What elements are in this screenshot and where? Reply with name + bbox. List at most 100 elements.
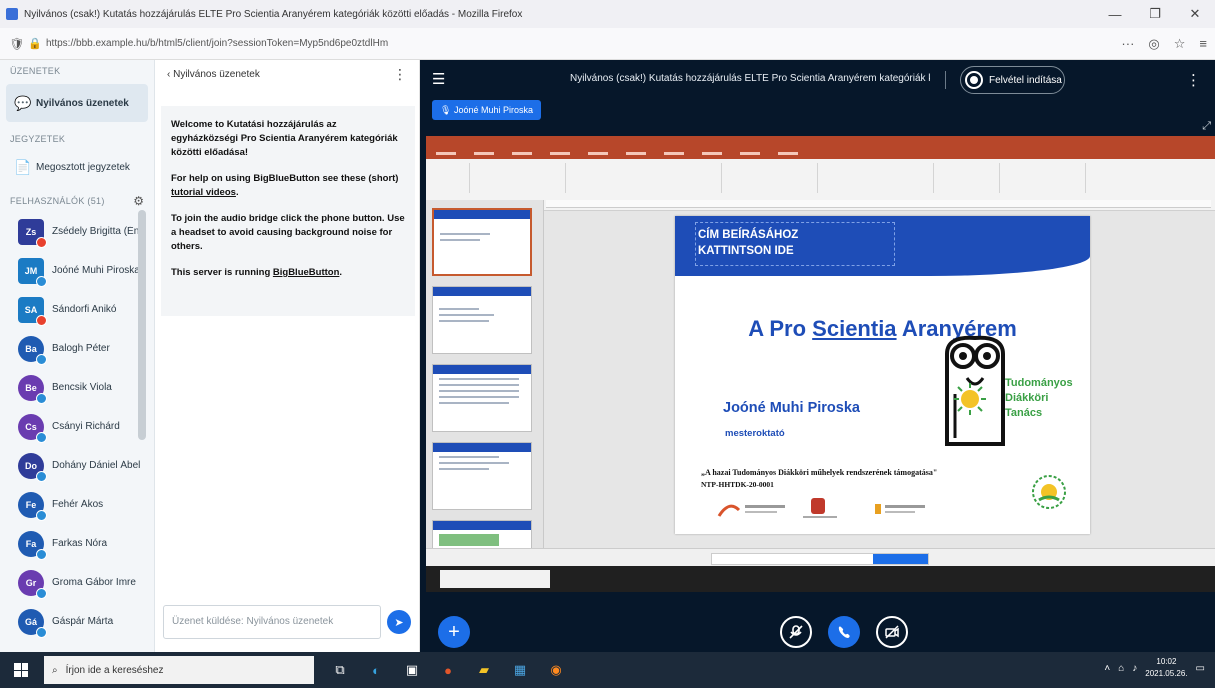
user-list-item[interactable]: Be Bencsik Viola: [0, 368, 154, 407]
powerpoint-title-bar: [426, 136, 1215, 148]
ruler: [546, 200, 1211, 208]
chat-options-icon[interactable]: ⋮: [393, 66, 407, 83]
tdk-sun-icon: [954, 383, 986, 415]
slide-quote: „A hazai Tudományos Diákköri műhelyek re…: [701, 468, 938, 477]
user-list-toggle-icon[interactable]: ☰: [432, 70, 445, 88]
fullscreen-icon[interactable]: ⤢: [1202, 120, 1211, 133]
share-notification: [711, 553, 929, 565]
tdk-seal-icon: [1032, 475, 1066, 509]
slide-title: A Pro Scientia Aranyérem: [748, 316, 1017, 341]
pocket-icon[interactable]: ◎: [1148, 36, 1159, 52]
chat-message-input[interactable]: Üzenet küldése: Nyilvános üzenetek: [163, 605, 381, 639]
slide-thumbnail[interactable]: [432, 208, 532, 276]
taskbar-search[interactable]: ⌕ Írjon ide a kereséshez: [44, 656, 314, 684]
share-webcam-button[interactable]: [876, 616, 908, 648]
tray-chevron-icon[interactable]: ˄: [1104, 663, 1110, 674]
user-list-panel: Üzenetek 💬 Nyilvános üzenetek Jegyzetek …: [0, 60, 155, 652]
options-menu-icon[interactable]: ⋮: [1186, 71, 1201, 89]
maximize-button[interactable]: ❐: [1135, 0, 1175, 28]
user-list-item[interactable]: Gá Gáspár Márta: [0, 602, 154, 641]
avatar: Gá: [18, 608, 47, 638]
actions-plus-button[interactable]: +: [438, 616, 470, 648]
clock-time: 10:02: [1156, 657, 1177, 666]
user-list-item[interactable]: SA Sándorfi Anikó: [0, 290, 154, 329]
photos-icon[interactable]: ▦: [510, 660, 530, 680]
user-list-scrollbar[interactable]: [138, 210, 146, 440]
avatar: Fe: [18, 491, 47, 521]
avatar: Fa: [18, 530, 47, 560]
user-list-item[interactable]: Ba Balogh Péter: [0, 329, 154, 368]
user-status-badge: [36, 626, 47, 638]
slide-thumbnail[interactable]: [432, 442, 532, 510]
user-status-badge: [36, 470, 47, 482]
browser-title-bar: Nyilvános (csak!) Kutatás hozzájárulás E…: [0, 0, 1215, 28]
chat-panel: ‹ Nyilvános üzenetek ⋮ Welcome to Kutatá…: [155, 60, 420, 652]
tutorial-link[interactable]: tutorial videos: [171, 187, 236, 198]
user-list-item[interactable]: Fe Fehér Ákos: [0, 485, 154, 524]
taskbar-search-placeholder: Írjon ide a kereséshez: [65, 664, 164, 676]
menu-icon[interactable]: ≡: [1199, 36, 1207, 52]
server-text: This server is running BigBlueButton.: [171, 267, 343, 278]
user-status-badge: [36, 236, 47, 248]
user-list-item[interactable]: Cs Csányi Richárd: [0, 407, 154, 446]
user-name: Balogh Péter: [52, 343, 110, 354]
edge-icon[interactable]: ◐: [366, 660, 386, 680]
user-list-item[interactable]: Gr Groma Gábor Imre: [0, 563, 154, 602]
user-name: Bencsik Viola: [52, 382, 112, 393]
leave-audio-button[interactable]: [828, 616, 860, 648]
mute-button[interactable]: [780, 616, 812, 648]
remote-taskbar: [426, 566, 1215, 592]
bigbluebutton-link[interactable]: BigBlueButton: [273, 267, 340, 278]
send-button[interactable]: ➤: [387, 610, 411, 634]
talking-mic-icon: 🎙: [440, 104, 454, 115]
minimize-button[interactable]: —: [1095, 0, 1135, 28]
url-input[interactable]: https://bbb.example.hu/b/html5/client/jo…: [46, 38, 966, 49]
stop-share-button[interactable]: [873, 554, 928, 564]
user-name: Csányi Richárd: [52, 421, 120, 432]
task-view-icon[interactable]: ⧉: [330, 660, 350, 680]
audio-help-text: To join the audio bridge click the phone…: [171, 213, 405, 252]
office-icon[interactable]: ●: [438, 660, 458, 680]
lock-icon[interactable]: 🔒: [28, 37, 42, 50]
bookmark-star-icon[interactable]: ☆: [1174, 36, 1186, 52]
welcome-text: Welcome to Kutatási hozzájárulás az egyh…: [171, 119, 398, 158]
user-status-badge: [36, 548, 47, 560]
chat-header[interactable]: ‹ Nyilvános üzenetek ⋮: [155, 60, 419, 88]
slide-role: mesteroktató: [725, 428, 785, 439]
user-list-item[interactable]: Fa Farkas Nóra: [0, 524, 154, 563]
notification-icon[interactable]: ▭: [1196, 663, 1205, 674]
user-status-badge: [36, 392, 47, 404]
store-icon[interactable]: ▣: [402, 660, 422, 680]
record-button[interactable]: Felvétel indítása: [960, 66, 1065, 94]
public-chat-item[interactable]: 💬 Nyilvános üzenetek: [6, 84, 148, 122]
record-icon: [965, 71, 983, 89]
clock[interactable]: 10:02 2021.05.26.: [1145, 656, 1187, 680]
shield-icon[interactable]: 🛡: [8, 37, 26, 51]
user-name: Groma Gábor Imre: [52, 577, 136, 588]
page-actions-icon[interactable]: ···: [1121, 36, 1134, 52]
chat-icon: 💬: [14, 94, 32, 111]
windows-start-icon[interactable]: [14, 663, 28, 677]
firefox-taskbar-icon[interactable]: ◉: [546, 660, 566, 680]
address-bar: 🛡 🔒 https://bbb.example.hu/b/html5/clien…: [0, 28, 1215, 60]
slide-thumbnail[interactable]: [432, 364, 532, 432]
chat-title: Nyilvános üzenetek: [173, 68, 260, 80]
firefox-icon: [6, 8, 18, 20]
user-name: Sándorfi Anikó: [52, 304, 117, 315]
user-status-badge: [36, 587, 47, 599]
shared-notes-item[interactable]: 📄 Megosztott jegyzetek: [6, 150, 148, 184]
users-section-label: Felhasználók (51): [10, 196, 105, 206]
user-list-item[interactable]: JM Joóné Muhi Piroska: [0, 251, 154, 290]
slide-thumbnail[interactable]: [432, 286, 532, 354]
record-label: Felvétel indítása: [989, 74, 1062, 86]
volume-icon[interactable]: ♪: [1132, 663, 1137, 674]
close-window-button[interactable]: ✕: [1175, 0, 1215, 28]
sponsor-logos-icon: [717, 498, 925, 518]
avatar: Gr: [18, 569, 47, 599]
gear-icon[interactable]: ⚙: [133, 194, 144, 208]
user-list-item[interactable]: Zs Zsédely Brigitta (Én): [0, 212, 154, 251]
avatar: Do: [18, 452, 47, 482]
user-list-item[interactable]: Do Dohány Dániel Ábel: [0, 446, 154, 485]
file-explorer-icon[interactable]: ▰: [474, 660, 494, 680]
network-icon[interactable]: ⌂: [1118, 663, 1124, 674]
